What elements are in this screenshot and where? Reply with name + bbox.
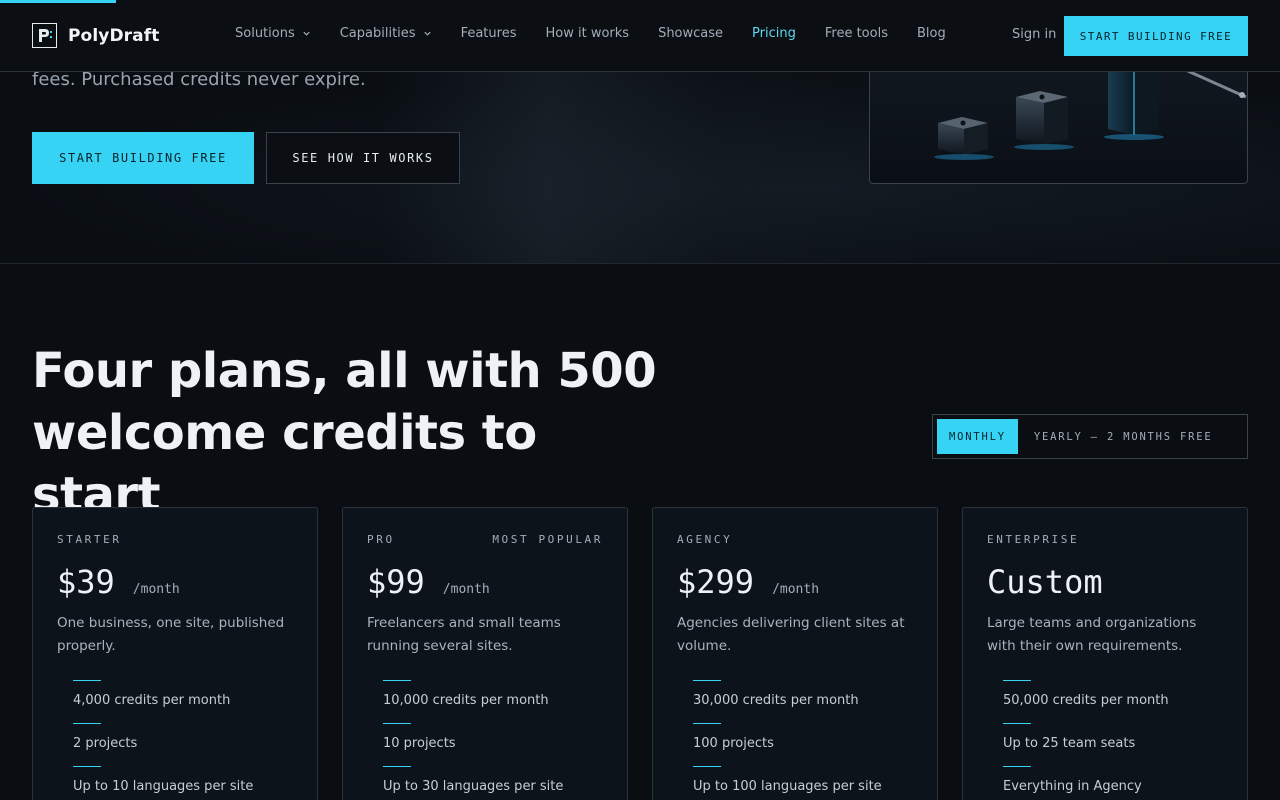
price-period: /month bbox=[132, 582, 180, 597]
brand-logo[interactable]: PolyDraft bbox=[32, 23, 159, 48]
feature-item: Up to 25 team seats bbox=[1003, 723, 1223, 766]
hero-illustration bbox=[869, 72, 1248, 184]
plan-header: PRO MOST POPULAR bbox=[367, 533, 603, 546]
nav-start-building-button[interactable]: START BUILDING FREE bbox=[1064, 16, 1248, 56]
nav-link-how-it-works[interactable]: How it works bbox=[545, 26, 629, 41]
yearly-option[interactable]: YEARLY — 2 MONTHS FREE bbox=[1018, 419, 1225, 454]
feature-item: 2 projects bbox=[73, 723, 293, 766]
nav-link-free-tools[interactable]: Free tools bbox=[825, 26, 888, 41]
feature-list: 4,000 credits per month 2 projects Up to 1… bbox=[57, 680, 293, 800]
hero-background-glow bbox=[380, 72, 940, 263]
nav-link-label: How it works bbox=[545, 26, 630, 41]
chevron-down-icon bbox=[303, 31, 310, 36]
plan-header: AGENCY bbox=[677, 533, 913, 546]
see-how-it-works-button[interactable]: SEE HOW IT WORKS bbox=[266, 132, 460, 184]
chevron-down-icon bbox=[423, 31, 431, 36]
nav-link-label: Features bbox=[460, 26, 517, 41]
price-period: /month bbox=[442, 582, 490, 597]
hero-subtitle: fees. Purchased credits never expire. bbox=[32, 72, 366, 90]
plan-price: $299/month bbox=[677, 563, 913, 601]
feature-list: 10,000 credits per month 10 projects Up to… bbox=[367, 680, 603, 800]
nav-link-solutions[interactable]: Solutions bbox=[235, 26, 311, 41]
nav-link-label: Solutions bbox=[235, 26, 295, 41]
plan-name: PRO bbox=[367, 533, 395, 546]
feature-item: Everything in Agency bbox=[1003, 766, 1223, 800]
nav-link-label: Showcase bbox=[658, 26, 724, 41]
feature-list: 30,000 credits per month 100 projects Up t… bbox=[677, 680, 913, 800]
plan-price: $39/month bbox=[57, 563, 293, 601]
plan-description: Freelancers and small teams running seve… bbox=[367, 615, 561, 654]
nav-link-label: Capabilities bbox=[339, 26, 416, 41]
nav-link-blog[interactable]: Blog bbox=[917, 26, 946, 41]
plan-price: Custom bbox=[987, 563, 1223, 601]
plan-price: $99/month bbox=[367, 563, 603, 601]
price-amount: Custom bbox=[987, 563, 1103, 601]
nav-links: Solutions Capabilities Features How it work… bbox=[235, 26, 975, 41]
price-period: /month bbox=[772, 582, 820, 597]
feature-item: Up to 30 languages per site bbox=[383, 766, 603, 800]
brand-name: PolyDraft bbox=[68, 25, 160, 46]
start-building-button[interactable]: START BUILDING FREE bbox=[32, 132, 254, 184]
pricing-title: Four plans, all with 500 welcome credits… bbox=[32, 343, 657, 523]
plan-card-agency: AGENCY $299/month Agencies delivering clie… bbox=[652, 507, 938, 800]
nav-link-showcase[interactable]: Showcase bbox=[658, 26, 723, 41]
feature-item: 50,000 credits per month bbox=[1003, 680, 1223, 723]
price-amount: $39 bbox=[57, 563, 115, 601]
plan-name: ENTERPRISE bbox=[987, 533, 1080, 546]
plan-name: STARTER bbox=[57, 533, 122, 546]
plan-name: AGENCY bbox=[677, 533, 733, 546]
pricing-plans: STARTER $39/month One business, one site, … bbox=[32, 507, 1248, 800]
price-amount: $299 bbox=[677, 563, 755, 601]
nav-link-capabilities[interactable]: Capabilities bbox=[340, 26, 432, 41]
most-popular-badge: MOST POPULAR bbox=[492, 533, 603, 546]
monthly-option[interactable]: MONTHLY bbox=[937, 419, 1018, 454]
feature-item: 30,000 credits per month bbox=[693, 680, 913, 723]
feature-item: 10 projects bbox=[383, 723, 603, 766]
feature-list: 50,000 credits per month Up to 25 team se… bbox=[987, 680, 1223, 800]
plan-header: ENTERPRISE bbox=[987, 533, 1223, 546]
feature-item: Up to 100 languages per site bbox=[693, 766, 913, 800]
feature-item: 100 projects bbox=[693, 723, 913, 766]
nav-link-label: Free tools bbox=[824, 26, 888, 41]
plan-card-enterprise: ENTERPRISE Custom Large teams and organiza… bbox=[962, 507, 1248, 800]
price-amount: $99 bbox=[367, 563, 425, 601]
logo-mark-icon bbox=[32, 23, 57, 48]
plan-description: One business, one site, published proper… bbox=[57, 615, 285, 654]
feature-item: 4,000 credits per month bbox=[73, 680, 293, 723]
top-nav: PolyDraft Solutions Capabilities Features H… bbox=[0, 0, 1280, 72]
scroll-progress-bar bbox=[0, 0, 116, 3]
nav-link-pricing[interactable]: Pricing bbox=[752, 26, 796, 41]
plan-card-starter: STARTER $39/month One business, one site, … bbox=[32, 507, 318, 800]
billing-period-toggle: MONTHLY YEARLY — 2 MONTHS FREE bbox=[932, 414, 1248, 459]
nav-link-label: Blog bbox=[916, 26, 946, 41]
plan-description: Agencies delivering client sites at volu… bbox=[677, 615, 905, 654]
plan-header: STARTER bbox=[57, 533, 293, 546]
sign-in-link[interactable]: Sign in bbox=[1012, 27, 1056, 42]
feature-item: 10,000 credits per month bbox=[383, 680, 603, 723]
plan-description: Large teams and organizations with their… bbox=[987, 615, 1197, 654]
hero-section: fees. Purchased credits never expire. ST… bbox=[0, 72, 1280, 264]
nav-link-label: Pricing bbox=[752, 26, 796, 41]
plan-card-pro: PRO MOST POPULAR $99/month Freelancers and … bbox=[342, 507, 628, 800]
feature-item: Up to 10 languages per site bbox=[73, 766, 293, 800]
nav-link-features[interactable]: Features bbox=[461, 26, 517, 41]
